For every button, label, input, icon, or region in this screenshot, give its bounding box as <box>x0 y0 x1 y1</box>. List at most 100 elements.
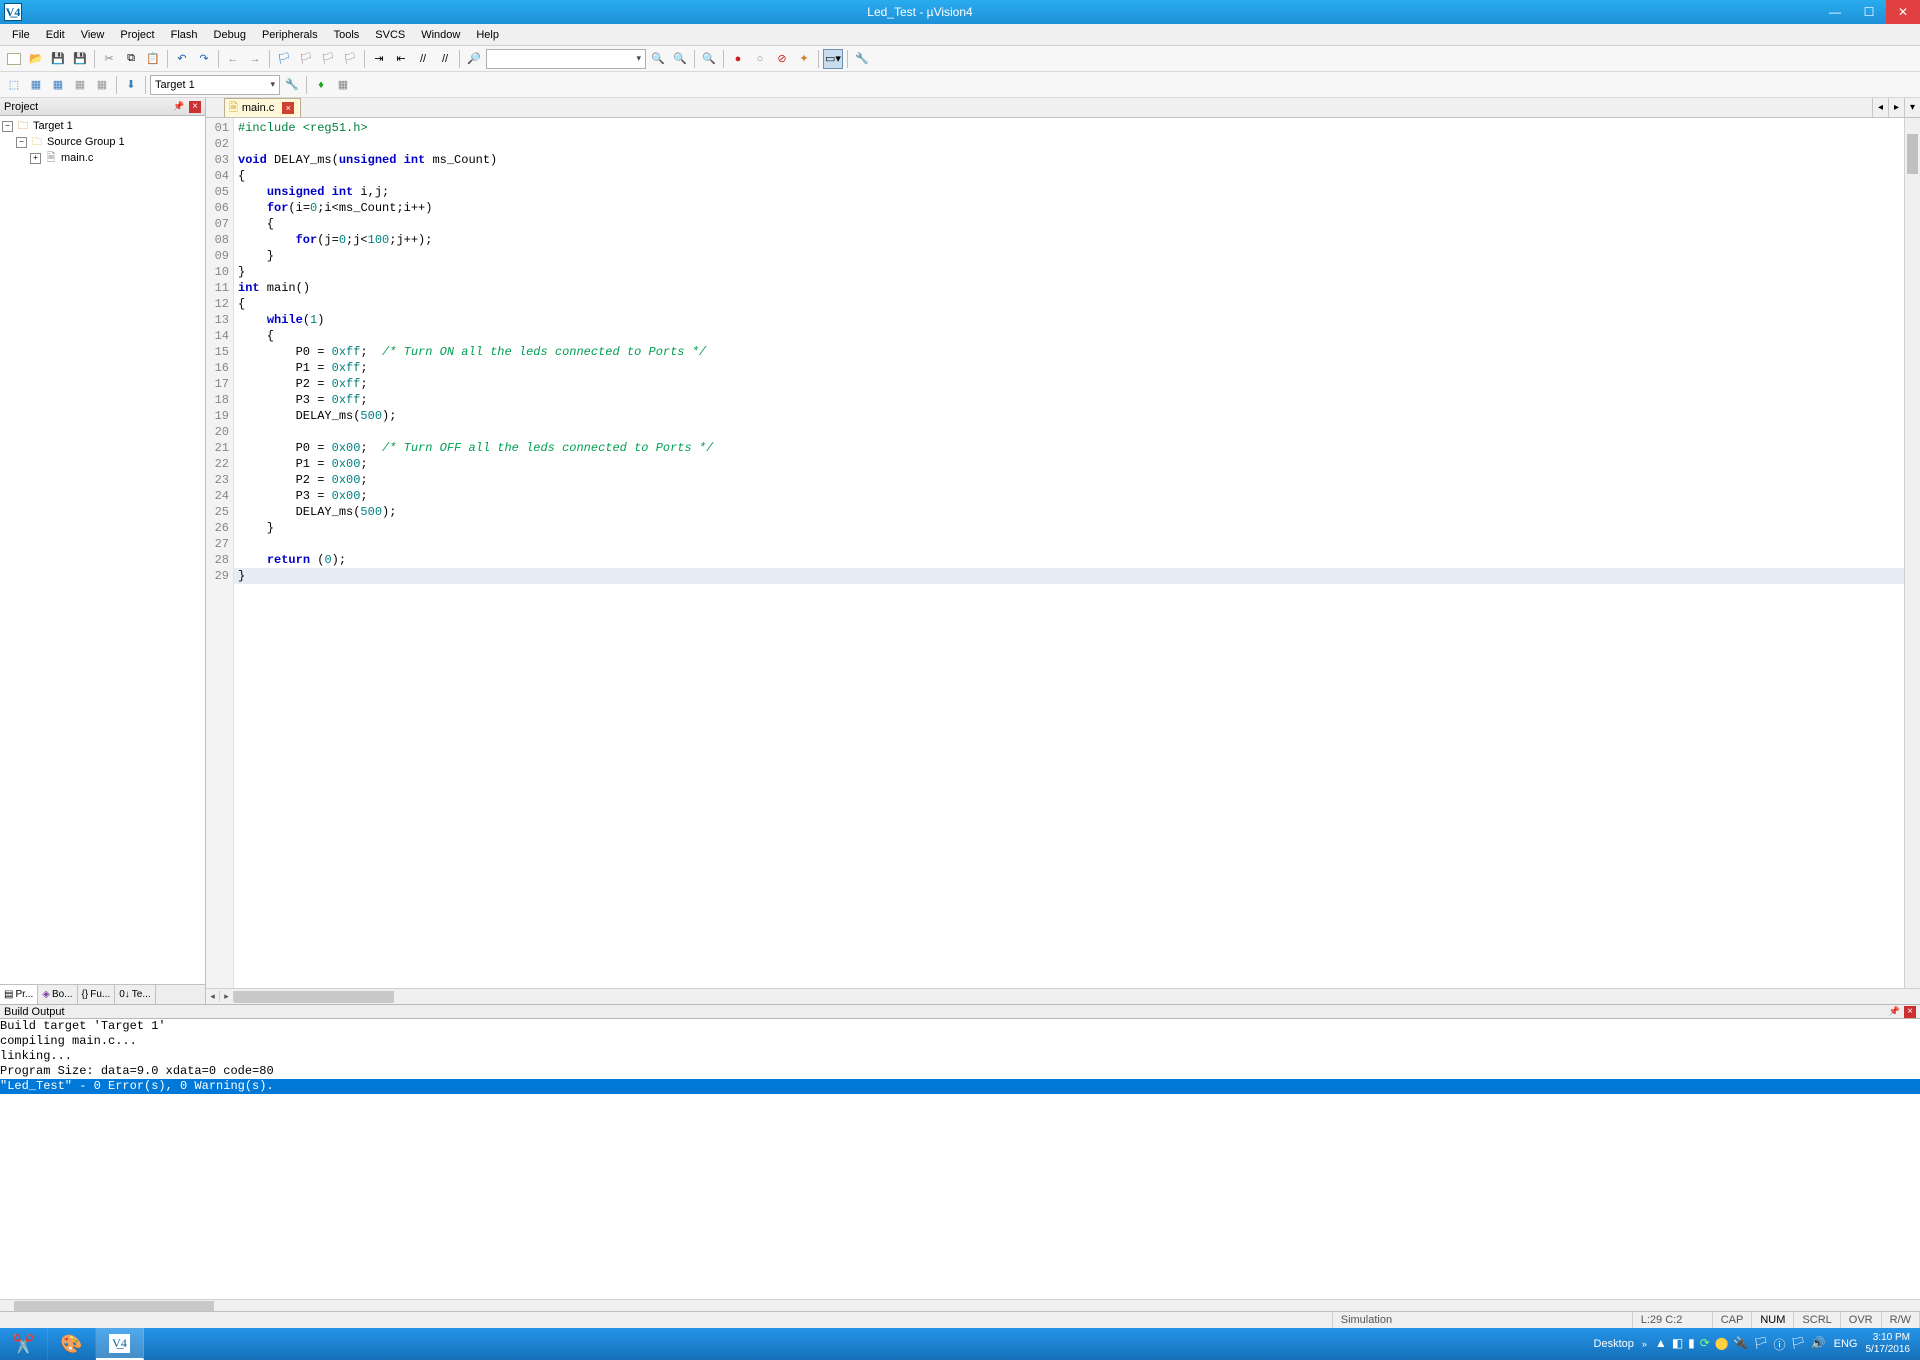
menu-help[interactable]: Help <box>468 24 507 45</box>
nav-forward-button[interactable]: → <box>245 49 265 69</box>
tray-power-icon[interactable]: 🔌 <box>1733 1336 1748 1353</box>
debug-start-button[interactable]: 🔍 <box>699 49 719 69</box>
project-tab-templates[interactable]: 0↓Te... <box>115 985 155 1004</box>
tray-icon[interactable]: ◧ <box>1672 1336 1683 1353</box>
save-button[interactable]: 💾 <box>48 49 68 69</box>
build-horizontal-scrollbar[interactable] <box>0 1299 1920 1311</box>
copy-button[interactable]: ⧉ <box>121 49 141 69</box>
batch-build-button[interactable]: ▦ <box>70 75 90 95</box>
tray-volume-icon[interactable]: 🔊 <box>1811 1336 1826 1353</box>
build-button[interactable]: ▦ <box>26 75 46 95</box>
tray-language[interactable]: ENG <box>1834 1338 1858 1350</box>
new-file-button[interactable] <box>4 49 24 69</box>
close-tab-icon[interactable]: × <box>282 102 294 114</box>
close-button[interactable]: ✕ <box>1886 0 1920 24</box>
desktop-toolbar[interactable]: Desktop <box>1594 1338 1634 1350</box>
save-all-button[interactable]: 💾 <box>70 49 90 69</box>
undo-button[interactable]: ↶ <box>172 49 192 69</box>
taskbar-app-snipping[interactable]: ✂️ <box>0 1328 48 1360</box>
window-layout-button[interactable]: ▭▾ <box>823 49 843 69</box>
vertical-scrollbar[interactable] <box>1904 118 1920 988</box>
find-in-files-button[interactable]: 🔎 <box>464 49 484 69</box>
manage-components-button[interactable]: ♦ <box>311 75 331 95</box>
project-tab-books[interactable]: ◈Bo... <box>38 985 77 1004</box>
scroll-right-icon[interactable]: ▸ <box>220 991 234 1002</box>
stop-build-button[interactable]: ▦ <box>92 75 112 95</box>
target-options-button[interactable]: 🔧 <box>282 75 302 95</box>
breakpoint-insert-button[interactable]: ● <box>728 49 748 69</box>
menu-view[interactable]: View <box>73 24 113 45</box>
horizontal-scrollbar[interactable]: ◂ ▸ <box>206 988 1920 1004</box>
minimize-button[interactable]: — <box>1818 0 1852 24</box>
menu-window[interactable]: Window <box>413 24 468 45</box>
redo-button[interactable]: ↷ <box>194 49 214 69</box>
bookmark-toggle-button[interactable]: 🏳 <box>274 49 294 69</box>
menu-flash[interactable]: Flash <box>163 24 206 45</box>
hscroll-thumb[interactable] <box>234 991 394 1003</box>
menu-tools[interactable]: Tools <box>326 24 368 45</box>
file-tab-mainc[interactable]: 🗎 main.c × <box>224 98 301 117</box>
uncomment-button[interactable]: // <box>435 49 455 69</box>
download-button[interactable]: ⬇ <box>121 75 141 95</box>
taskbar-app-uvision[interactable]: V͟4 <box>96 1328 144 1360</box>
project-tab-functions[interactable]: {}Fu... <box>78 985 116 1004</box>
bookmark-clear-button[interactable]: 🏳 <box>340 49 360 69</box>
pin-icon[interactable]: 📌 <box>1889 1006 1900 1017</box>
tray-info-icon[interactable]: ⓘ <box>1773 1336 1785 1353</box>
maximize-button[interactable]: ☐ <box>1852 0 1886 24</box>
nav-back-button[interactable]: ← <box>223 49 243 69</box>
project-tree[interactable]: − 🗀 Target 1 − 🗀 Source Group 1 + 🗎 main… <box>0 116 205 984</box>
tray-icon[interactable]: ▲ <box>1655 1336 1667 1353</box>
manage-rte-button[interactable]: ▦ <box>333 75 353 95</box>
scroll-left-icon[interactable]: ◂ <box>206 991 220 1002</box>
pin-icon[interactable]: 📌 <box>173 101 185 113</box>
tree-group[interactable]: − 🗀 Source Group 1 <box>2 134 203 150</box>
incremental-find-button[interactable]: 🔍 <box>670 49 690 69</box>
comment-button[interactable]: // <box>413 49 433 69</box>
target-combo[interactable]: Target 1 <box>150 75 280 95</box>
breakpoint-enable-button[interactable]: ○ <box>750 49 770 69</box>
tray-notification-icon[interactable]: 🏳 <box>1790 1336 1805 1353</box>
close-icon[interactable]: × <box>189 101 201 113</box>
menu-debug[interactable]: Debug <box>206 24 254 45</box>
tray-sync-icon[interactable]: ⟳ <box>1700 1336 1710 1353</box>
tray-network-icon[interactable]: ▮ <box>1688 1336 1695 1353</box>
tab-scroll-right[interactable]: ▸ <box>1888 98 1904 117</box>
tray-shield-icon[interactable]: ⬤ <box>1715 1336 1728 1353</box>
build-hscroll-thumb[interactable] <box>14 1301 214 1311</box>
breakpoint-disable-button[interactable]: ⊘ <box>772 49 792 69</box>
show-hidden-icons[interactable]: » <box>1642 1339 1647 1349</box>
build-output-body[interactable]: Build target 'Target 1'compiling main.c.… <box>0 1019 1920 1299</box>
cut-button[interactable]: ✂ <box>99 49 119 69</box>
menu-svcs[interactable]: SVCS <box>367 24 413 45</box>
translate-button[interactable]: ⬚ <box>4 75 24 95</box>
find-button[interactable]: 🔍 <box>648 49 668 69</box>
tree-file[interactable]: + 🗎 main.c <box>2 150 203 166</box>
menu-peripherals[interactable]: Peripherals <box>254 24 326 45</box>
breakpoint-kill-button[interactable]: ✦ <box>794 49 814 69</box>
project-tab-project[interactable]: ▤Pr... <box>0 985 38 1004</box>
menu-file[interactable]: File <box>4 24 38 45</box>
paste-button[interactable]: 📋 <box>143 49 163 69</box>
taskbar-app-paint[interactable]: 🎨 <box>48 1328 96 1360</box>
find-combo[interactable] <box>486 49 646 69</box>
tab-menu[interactable]: ▾ <box>1904 98 1920 117</box>
menu-project[interactable]: Project <box>112 24 162 45</box>
close-icon[interactable]: × <box>1904 1006 1916 1018</box>
tree-toggle-icon[interactable]: − <box>2 121 13 132</box>
tab-scroll-left[interactable]: ◂ <box>1872 98 1888 117</box>
rebuild-button[interactable]: ▦ <box>48 75 68 95</box>
tree-toggle-icon[interactable]: + <box>30 153 41 164</box>
tree-toggle-icon[interactable]: − <box>16 137 27 148</box>
open-file-button[interactable]: 📂 <box>26 49 46 69</box>
tray-action-icon[interactable]: 🏳 <box>1753 1336 1768 1353</box>
menu-edit[interactable]: Edit <box>38 24 73 45</box>
bookmark-prev-button[interactable]: 🏳 <box>296 49 316 69</box>
bookmark-next-button[interactable]: 🏳 <box>318 49 338 69</box>
outdent-button[interactable]: ⇤ <box>391 49 411 69</box>
code-editor[interactable]: #include <reg51.h> void DELAY_ms(unsigne… <box>234 118 1904 988</box>
project-panel: Project 📌 × − 🗀 Target 1 − 🗀 Source Grou… <box>0 98 206 1004</box>
configure-button[interactable]: 🔧 <box>852 49 872 69</box>
indent-button[interactable]: ⇥ <box>369 49 389 69</box>
tray-clock[interactable]: 3:10 PM 5/17/2016 <box>1866 1332 1911 1356</box>
